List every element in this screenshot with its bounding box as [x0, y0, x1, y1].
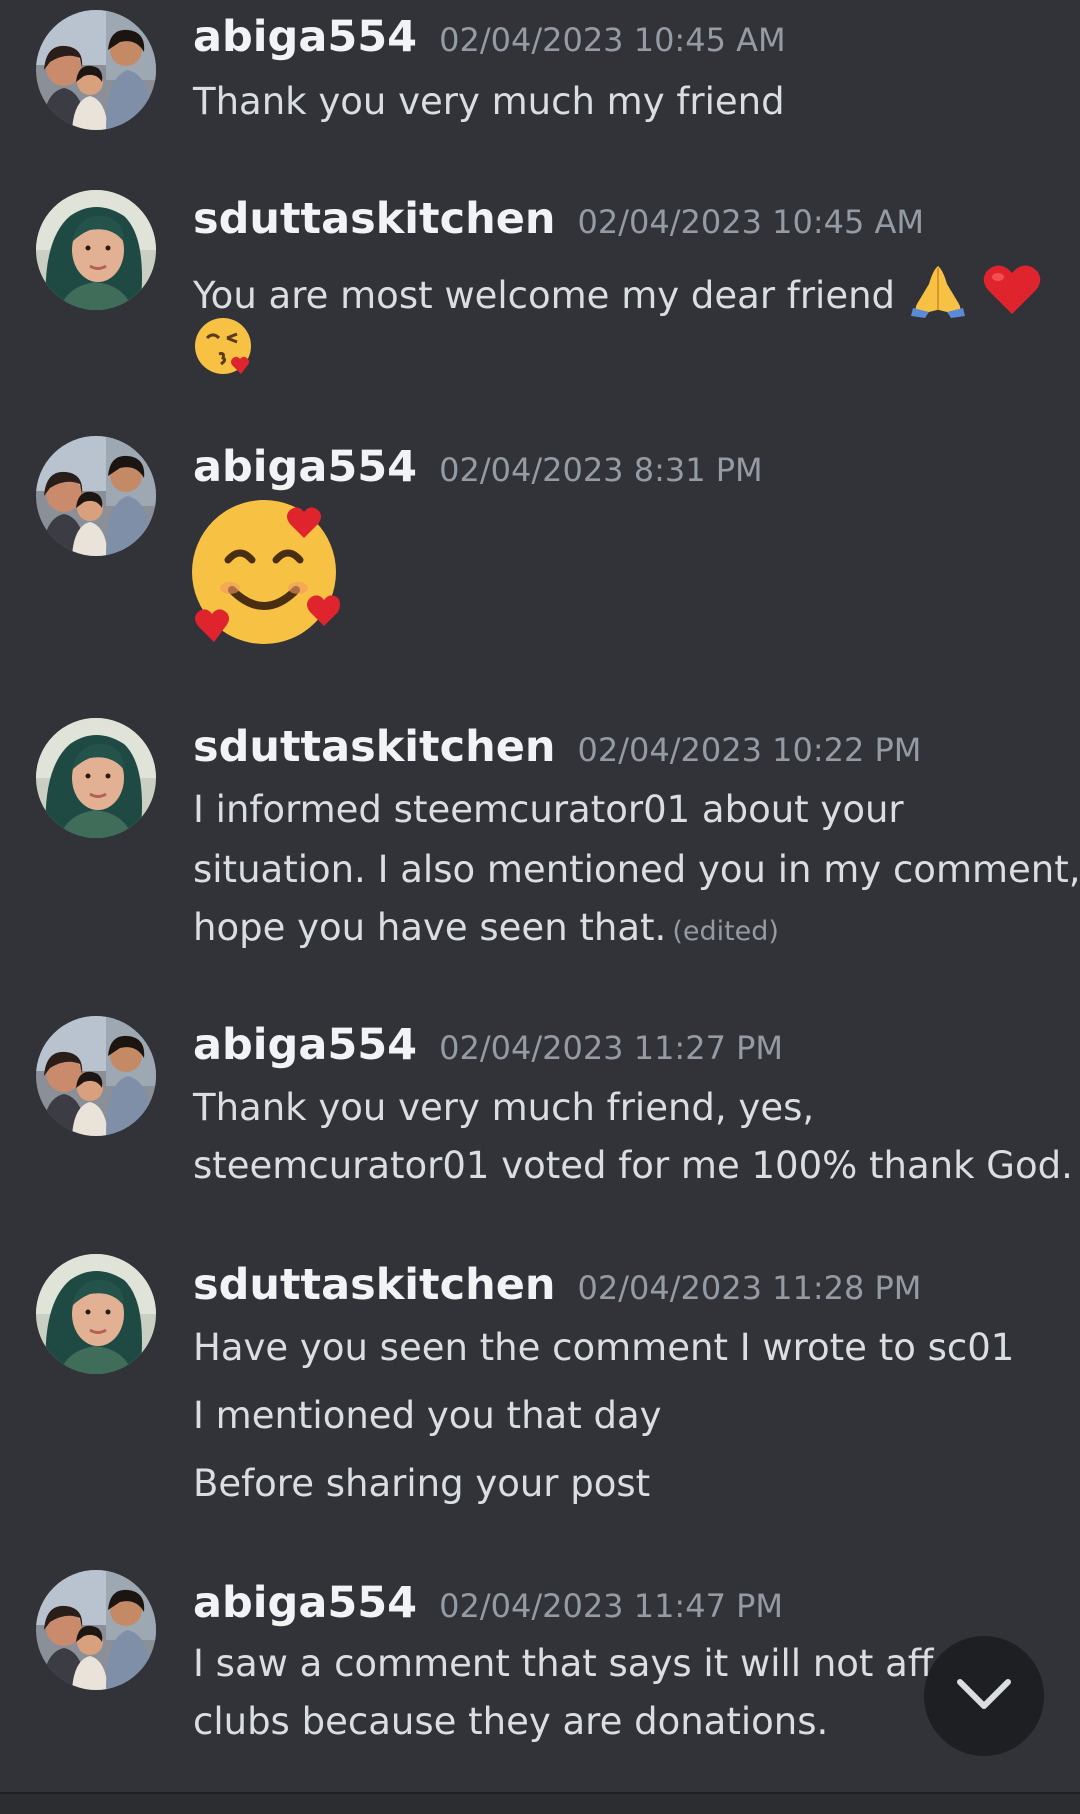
message-text: Thank you very much friend, yes,	[193, 1086, 815, 1129]
smiling-face-with-hearts-icon	[190, 498, 342, 650]
message-header: sduttaskitchen 02/04/2023 11:28 PM	[193, 1260, 921, 1310]
username[interactable]: abiga554	[193, 1020, 417, 1070]
message-text: I saw a comment that says it will not af…	[193, 1642, 977, 1685]
username[interactable]: sduttaskitchen	[193, 194, 555, 244]
timestamp: 02/04/2023 10:22 PM	[577, 731, 922, 769]
scroll-to-bottom-button[interactable]	[924, 1636, 1044, 1756]
message-text: situation. I also mentioned you in my co…	[193, 848, 1080, 891]
message-header: sduttaskitchen 02/04/2023 10:45 AM	[193, 194, 924, 244]
message-text: Thank you very much my friend	[193, 80, 785, 123]
message-text: I mentioned you that day	[193, 1394, 662, 1437]
message-text-row: hope you have seen that. (edited)	[193, 906, 779, 949]
username[interactable]: abiga554	[193, 1578, 417, 1628]
chevron-down-icon	[954, 1674, 1014, 1718]
message-header: abiga554 02/04/2023 11:47 PM	[193, 1578, 783, 1628]
timestamp: 02/04/2023 10:45 AM	[577, 203, 924, 241]
timestamp: 02/04/2023 11:47 PM	[439, 1587, 783, 1625]
message-text: Have you seen the comment I wrote to sc0…	[193, 1326, 1015, 1369]
message-header: sduttaskitchen 02/04/2023 10:22 PM	[193, 722, 921, 772]
folded-hands-icon	[907, 260, 969, 327]
user-avatar[interactable]	[36, 1254, 156, 1374]
username[interactable]: sduttaskitchen	[193, 1260, 555, 1310]
user-avatar[interactable]	[36, 718, 156, 838]
timestamp: 02/04/2023 8:31 PM	[439, 451, 763, 489]
user-avatar[interactable]	[36, 1570, 156, 1690]
user-avatar[interactable]	[36, 10, 156, 130]
message-header: abiga554 02/04/2023 10:45 AM	[193, 12, 786, 62]
edited-label: (edited)	[672, 916, 779, 947]
message-emoji-row	[193, 316, 255, 387]
message-text: clubs because they are donations.	[193, 1700, 829, 1743]
timestamp: 02/04/2023 11:27 PM	[439, 1029, 783, 1067]
message-header: abiga554 02/04/2023 11:27 PM	[193, 1020, 783, 1070]
user-avatar[interactable]	[36, 1016, 156, 1136]
message-header: abiga554 02/04/2023 8:31 PM	[193, 442, 763, 492]
username[interactable]: abiga554	[193, 12, 417, 62]
message-text: I informed steemcurator01 about your	[193, 788, 904, 831]
timestamp: 02/04/2023 11:28 PM	[577, 1269, 922, 1307]
message-text-row: You are most welcome my dear friend	[193, 260, 1043, 327]
message-text: hope you have seen that.	[193, 906, 667, 949]
red-heart-icon	[981, 260, 1043, 327]
message-text: Before sharing your post	[193, 1462, 651, 1505]
username[interactable]: abiga554	[193, 442, 417, 492]
username[interactable]: sduttaskitchen	[193, 722, 555, 772]
bottom-divider	[0, 1792, 1080, 1814]
user-avatar[interactable]	[36, 190, 156, 310]
face-blowing-kiss-icon	[193, 316, 255, 387]
user-avatar[interactable]	[36, 436, 156, 556]
timestamp: 02/04/2023 10:45 AM	[439, 21, 786, 59]
message-text: You are most welcome my dear friend	[193, 274, 896, 317]
message-text: steemcurator01 voted for me 100% thank G…	[193, 1144, 1073, 1187]
